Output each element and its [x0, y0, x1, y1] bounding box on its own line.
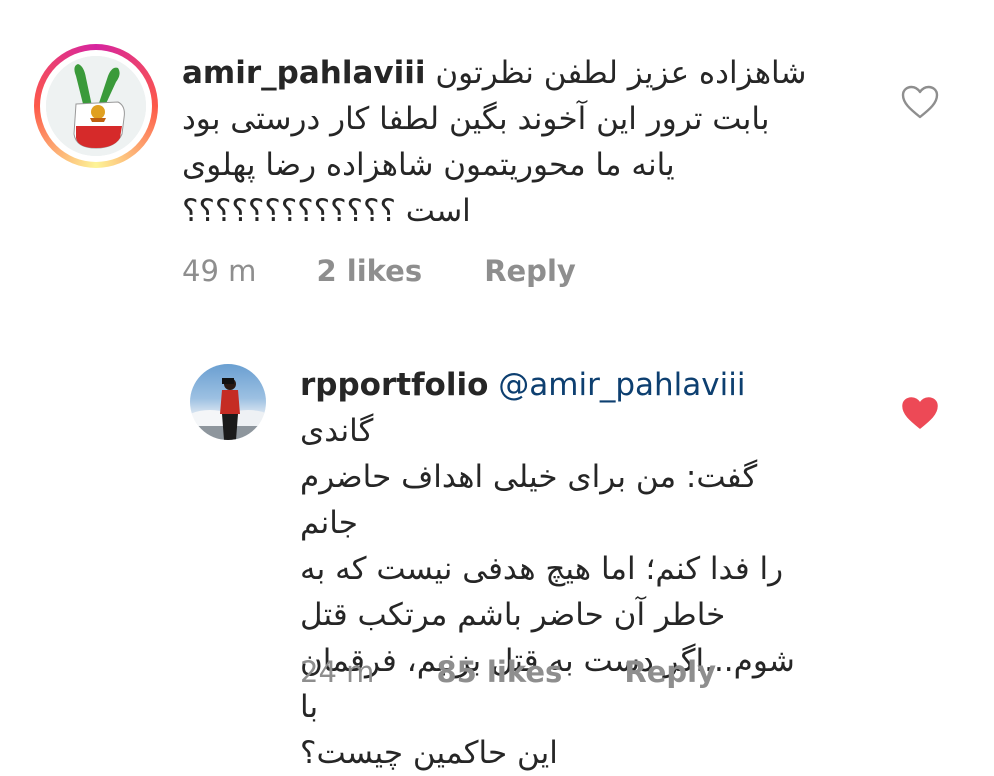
comment-time: 49 m	[182, 254, 257, 288]
comment-text-line: گفت: من برای خیلی اهداف حاضرم جانم	[300, 459, 758, 541]
likes-count[interactable]: 2 likes	[316, 254, 422, 288]
comment-time: 24 m	[300, 655, 375, 689]
comment-meta: 49 m 2 likes Reply	[182, 254, 576, 288]
comment-body: amir_pahlaviii شاهزاده عزیز لطفن نظرتون …	[182, 50, 812, 234]
peace-hand-flag-avatar-icon	[46, 56, 146, 156]
reply-button[interactable]: Reply	[484, 254, 576, 288]
comment-text-line: این حاکمین چیست؟	[300, 735, 558, 771]
comment-text-line: را فدا کنم؛ اما هیچ هدفی نیست که به	[300, 551, 784, 587]
comment-body: rpportfolio @amir_pahlaviii گاندی گفت: م…	[300, 362, 820, 776]
comment-username[interactable]: amir_pahlaviii	[182, 55, 425, 91]
like-heart-icon[interactable]	[900, 84, 940, 120]
reply-button[interactable]: Reply	[624, 655, 716, 689]
likes-count[interactable]: 85 likes	[436, 655, 562, 689]
mention-link[interactable]: @amir_pahlaviii	[498, 367, 745, 403]
comment-text-line: گاندی	[300, 413, 374, 449]
comment-text-line: شاهزاده عزیز لطفن نظرتون	[435, 55, 807, 91]
comment-username[interactable]: rpportfolio	[300, 367, 488, 403]
avatar[interactable]	[190, 364, 266, 440]
photographer-avatar-icon	[190, 378, 266, 440]
comment-text-line: خاطر آن حاضر باشم مرتکب قتل	[300, 597, 726, 633]
comment-text-line: یانه ما محوریتمون شاهزاده رضا پهلوی	[182, 147, 675, 183]
comment-meta: 24 m 85 likes Reply	[300, 655, 716, 689]
avatar[interactable]	[34, 44, 158, 168]
liked-heart-icon[interactable]	[900, 395, 940, 431]
comment-text-line: است ؟؟؟؟؟؟؟؟؟؟؟؟؟	[182, 193, 471, 229]
comment-text-line: بابت ترور این آخوند بگین لطفا کار درستی …	[182, 101, 770, 137]
